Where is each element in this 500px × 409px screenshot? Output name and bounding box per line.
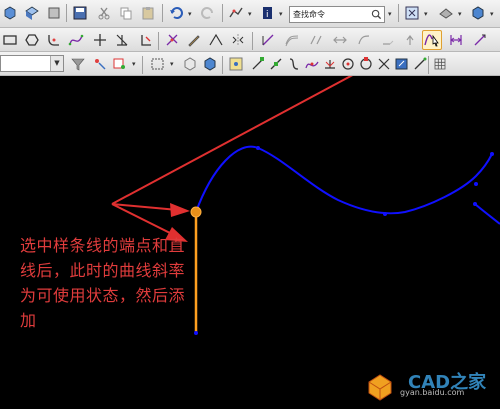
spline-curve[interactable] — [195, 145, 493, 215]
watermark-logo-icon — [368, 374, 392, 401]
make-corner-icon[interactable] — [400, 30, 420, 50]
trim-icon[interactable] — [112, 30, 132, 50]
spline-point[interactable] — [473, 202, 477, 206]
grid-icon[interactable] — [430, 54, 450, 74]
spline-curve-segment[interactable] — [474, 203, 500, 225]
dimension-icon[interactable] — [446, 30, 466, 50]
chevron-down-icon[interactable]: ▼ — [50, 56, 63, 71]
point-icon[interactable] — [90, 30, 110, 50]
selected-endpoint[interactable] — [190, 206, 202, 218]
snap-grid-icon[interactable] — [226, 54, 246, 74]
offset-curve-icon[interactable] — [282, 30, 302, 50]
derived-line-icon[interactable] — [206, 30, 226, 50]
svg-text:i: i — [266, 10, 269, 20]
undo-dropdown-icon[interactable]: ▾ — [188, 10, 192, 18]
constraint-icon[interactable] — [162, 30, 182, 50]
search-input[interactable]: 查找命令 — [289, 6, 385, 23]
main-toolbar: ▾ ▾ i ▾ 查找命令 ▾ ▾ ▾ ▾ — [0, 0, 500, 28]
render-dropdown-icon[interactable]: ▾ — [458, 10, 462, 18]
fillet-icon[interactable] — [44, 30, 64, 50]
spline-icon[interactable] — [66, 30, 86, 50]
undo-icon[interactable] — [166, 3, 186, 23]
redo-icon[interactable] — [198, 3, 218, 23]
snap-center-icon[interactable] — [338, 54, 358, 74]
snap-mid-icon[interactable] — [266, 54, 286, 74]
rectangle-icon[interactable] — [0, 30, 20, 50]
info-dropdown-icon[interactable]: ▾ — [279, 10, 283, 18]
sketch-toolbar — [0, 28, 500, 52]
snap-tangent-icon[interactable] — [320, 54, 340, 74]
copy-icon[interactable] — [116, 3, 136, 23]
spline-point[interactable] — [474, 182, 478, 186]
filter-icon[interactable] — [68, 54, 88, 74]
pattern-curve-icon[interactable] — [306, 30, 326, 50]
polygon-icon[interactable] — [22, 30, 42, 50]
arrow-to-toolbar — [111, 76, 353, 205]
select-point-icon[interactable] — [110, 54, 130, 74]
watermark-site: gyan.baidu.com — [400, 388, 465, 397]
selection-filter-icon[interactable] — [226, 3, 246, 23]
view-cube-icon[interactable] — [468, 3, 488, 23]
arrow-head-endpoint — [170, 203, 190, 217]
snap-quadrant-icon[interactable] — [356, 54, 376, 74]
move-curve-icon[interactable] — [330, 30, 350, 50]
type-filter-select[interactable]: ▼ — [0, 55, 64, 72]
curve-slope-tool-button[interactable] — [422, 30, 442, 50]
instruction-annotation: 选中样条线的端点和直线后，此时的曲线斜率为可使用状态，然后添加 — [20, 236, 186, 330]
snap-line-icon[interactable] — [410, 54, 430, 74]
search-dropdown-icon[interactable]: ▾ — [388, 10, 392, 18]
sketch-extend-icon[interactable] — [258, 30, 278, 50]
wire-select-icon[interactable] — [180, 54, 200, 74]
snap-intersect-icon[interactable] — [374, 54, 394, 74]
mirror-icon[interactable] — [228, 30, 248, 50]
box-dropdown-icon[interactable]: ▾ — [170, 60, 174, 68]
part-icon[interactable] — [22, 3, 42, 23]
edit-curve-icon[interactable] — [184, 30, 204, 50]
slope-constraint-icon[interactable] — [470, 30, 490, 50]
search-icon[interactable] — [371, 9, 382, 20]
spline-point[interactable] — [490, 152, 494, 156]
info-icon[interactable]: i — [258, 3, 278, 23]
snap-end-icon[interactable] — [248, 54, 268, 74]
save-icon[interactable] — [70, 3, 90, 23]
corner-icon[interactable] — [136, 30, 156, 50]
snap-curve-icon[interactable] — [302, 54, 322, 74]
view-dropdown-icon[interactable]: ▾ — [424, 10, 428, 18]
point-dropdown-icon[interactable]: ▾ — [132, 60, 136, 68]
cube-dropdown-icon[interactable]: ▾ — [490, 10, 494, 18]
quick-extend-icon[interactable] — [378, 30, 398, 50]
spline-point[interactable] — [256, 146, 260, 150]
selection-toolbar: ▼ ▾ ▾ — [0, 52, 500, 76]
cut-icon[interactable] — [94, 3, 114, 23]
cube-view-icon[interactable] — [0, 3, 20, 23]
fit-view-icon[interactable] — [402, 3, 422, 23]
search-placeholder: 查找命令 — [293, 10, 325, 19]
solid-select-icon[interactable] — [200, 54, 220, 74]
quick-trim-icon[interactable] — [354, 30, 374, 50]
render-style-icon[interactable] — [436, 3, 456, 23]
snap-face-icon[interactable] — [392, 54, 412, 74]
snap-control-icon[interactable] — [284, 54, 304, 74]
snap-point-icon[interactable] — [90, 54, 110, 74]
paste-icon[interactable] — [138, 3, 158, 23]
tool-icon[interactable] — [44, 3, 64, 23]
filter-dropdown-icon[interactable]: ▾ — [248, 10, 252, 18]
line-bottom-endpoint[interactable] — [194, 331, 198, 335]
box-select-icon[interactable] — [148, 54, 168, 74]
spline-point[interactable] — [383, 212, 387, 216]
